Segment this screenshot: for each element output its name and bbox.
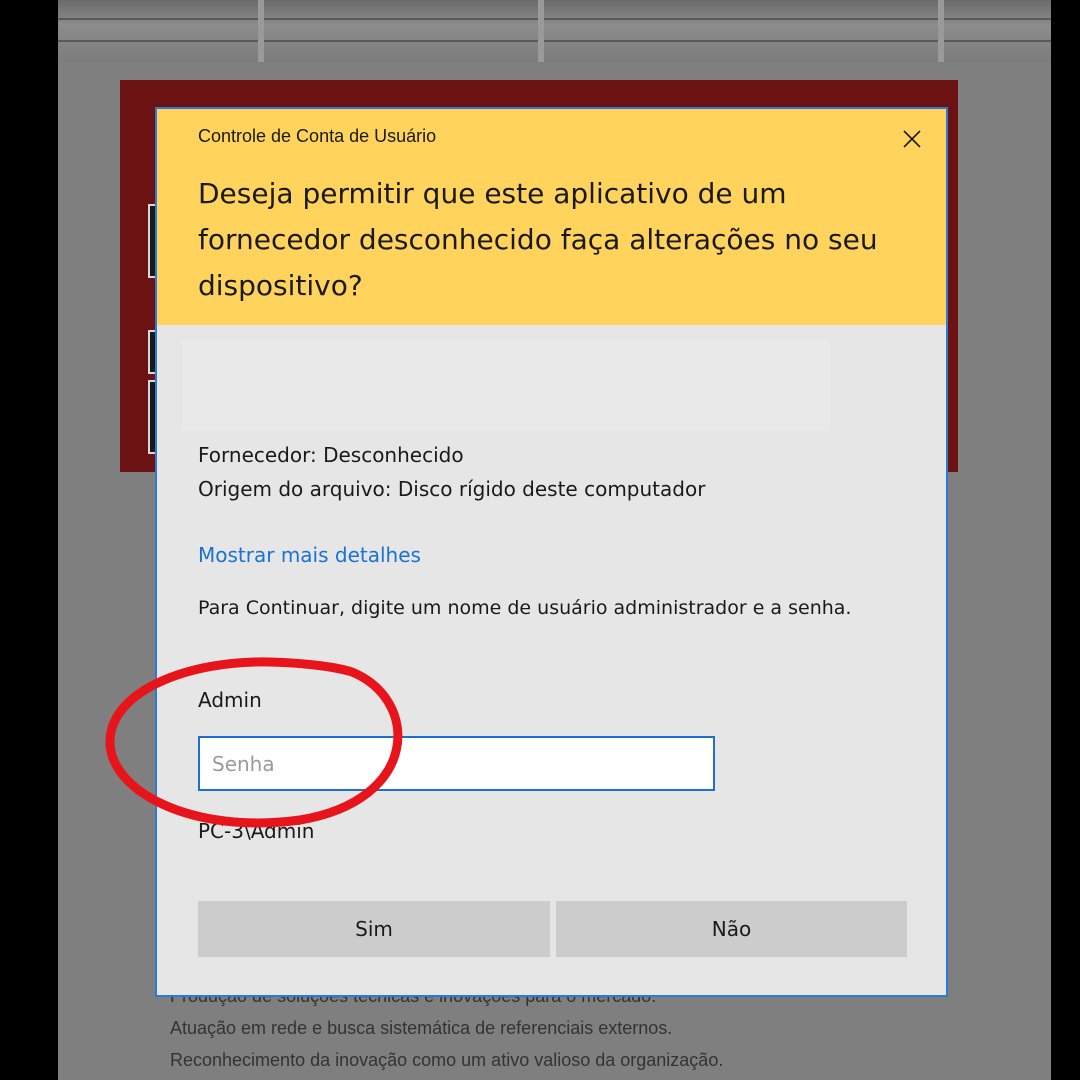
dialog-header: Controle de Conta de Usuário Deseja perm… <box>157 109 946 325</box>
yes-button[interactable]: Sim <box>198 901 550 957</box>
domain-user-label: PC-3\Admin <box>198 819 315 843</box>
app-info-area <box>182 339 830 431</box>
background-header-image <box>58 0 1051 62</box>
dialog-caption: Controle de Conta de Usuário <box>198 126 437 146</box>
close-button[interactable] <box>895 122 929 156</box>
screenshot-stage: Produção de soluções técnicas e inovaçõe… <box>0 0 1080 1080</box>
background-text-line: Atuação em rede e busca sistemática de r… <box>170 1018 673 1038</box>
credentials-instructions: Para Continuar, digite um nome de usuári… <box>198 597 852 619</box>
show-more-details-link[interactable]: Mostrar mais detalhes <box>198 543 421 567</box>
uac-dialog: Controle de Conta de Usuário Deseja perm… <box>155 107 948 997</box>
close-icon <box>903 130 921 148</box>
no-button[interactable]: Não <box>556 901 907 957</box>
dialog-question: Deseja permitir que este aplicativo de u… <box>198 177 878 302</box>
file-origin-info: Origem do arquivo: Disco rígido deste co… <box>198 477 706 501</box>
password-input[interactable] <box>198 736 715 791</box>
publisher-info: Fornecedor: Desconhecido <box>198 443 464 467</box>
background-text-line: Reconhecimento da inovação como um ativo… <box>170 1050 724 1070</box>
username-label: Admin <box>198 688 262 712</box>
screen-edge <box>1051 0 1080 1080</box>
